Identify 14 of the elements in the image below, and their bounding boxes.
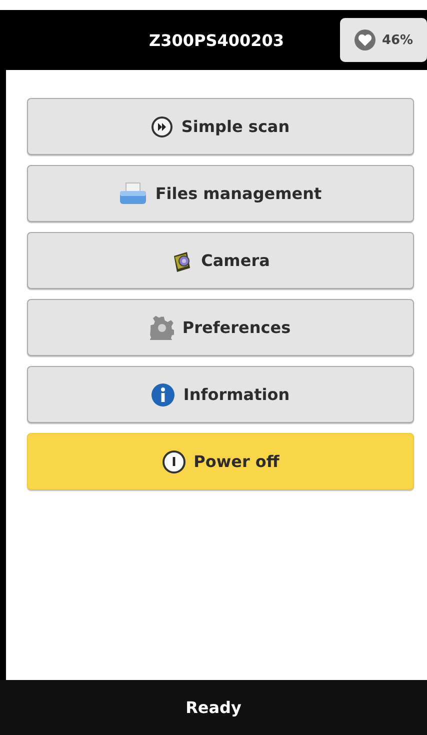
menu-button[interactable]: Preferences xyxy=(27,299,414,356)
menu-button[interactable]: Power off xyxy=(27,433,414,490)
info-icon xyxy=(151,382,176,406)
menu-button[interactable]: Simple scan xyxy=(27,98,414,155)
menu-button[interactable]: Camera xyxy=(27,232,414,289)
menu-button[interactable]: Information xyxy=(27,366,414,423)
menu-button[interactable]: Files management xyxy=(27,165,414,222)
power-icon xyxy=(162,450,186,474)
device-title: Z300PS400203 xyxy=(148,30,284,50)
fast-forward-icon xyxy=(151,116,174,138)
status-text: Ready xyxy=(186,698,242,717)
printer-icon xyxy=(119,182,148,206)
battery-percent: 46% xyxy=(382,32,414,48)
gear-icon xyxy=(150,316,174,340)
